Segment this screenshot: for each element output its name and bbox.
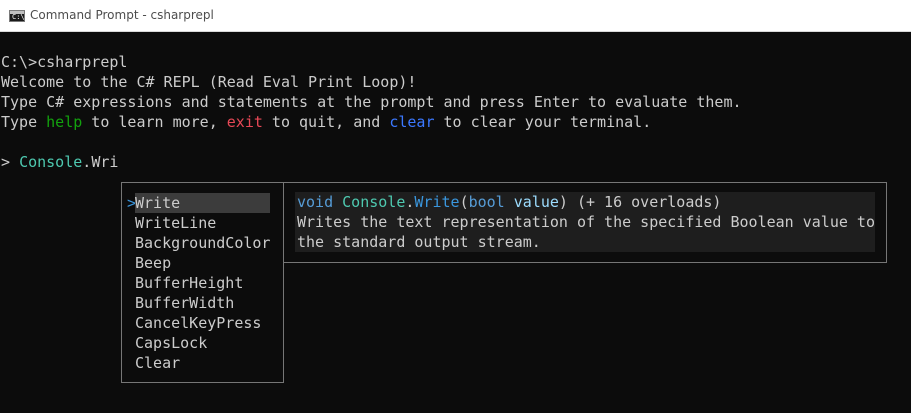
help-keyword: help xyxy=(46,113,83,131)
completion-item-bufferheight[interactable]: BufferHeight xyxy=(135,273,270,293)
completion-list[interactable]: > Write WriteLine BackgroundColor Beep B… xyxy=(121,182,284,383)
completion-item-cancelkeypress[interactable]: CancelKeyPress xyxy=(135,313,270,333)
clear-keyword: clear xyxy=(389,113,435,131)
prompt-type-name: Console xyxy=(19,153,83,171)
hints-line: Type help to learn more, exit to quit, a… xyxy=(1,112,651,132)
prompt-dot: . xyxy=(82,153,92,171)
welcome-line: Welcome to the C# REPL (Read Eval Print … xyxy=(1,72,416,92)
hints-text-1: Type xyxy=(1,113,47,131)
hints-text-4: to clear your terminal. xyxy=(434,113,652,131)
instructions-line: Type C# expressions and statements at th… xyxy=(1,92,742,112)
hints-text-3: to quit, and xyxy=(262,113,390,131)
signature-method: Write xyxy=(414,193,460,211)
instructions-text: Type C# expressions and statements at th… xyxy=(1,93,742,111)
console-output[interactable]: C:\>csharprepl Welcome to the C# REPL (R… xyxy=(0,32,911,413)
console-app-icon: C:\ xyxy=(9,10,25,22)
signature-open-paren: ( xyxy=(459,193,469,211)
completion-item-capslock[interactable]: CapsLock xyxy=(135,333,270,353)
completion-item-beep[interactable]: Beep xyxy=(135,253,270,273)
hints-text-2: to learn more, xyxy=(82,113,227,131)
signature-param-space xyxy=(505,193,514,211)
window-title: Command Prompt - csharprepl xyxy=(30,8,214,22)
completion-item-bufferwidth[interactable]: BufferWidth xyxy=(135,293,270,313)
signature-param-name: value xyxy=(513,193,559,211)
documentation-panel: void Console.Write(bool value) (+ 16 ove… xyxy=(283,182,887,263)
exit-keyword: exit xyxy=(226,113,263,131)
input-prompt-line[interactable]: > Console.Wri xyxy=(1,152,118,172)
command-line: C:\>csharprepl xyxy=(1,52,127,72)
completion-item-write[interactable]: Write xyxy=(135,193,270,213)
summary-line-1: Writes the text representation of the sp… xyxy=(297,213,875,231)
command-text: C:\>csharprepl xyxy=(1,53,128,71)
signature-return-keyword: void xyxy=(297,193,334,211)
icon-glyph: C:\ xyxy=(12,13,25,21)
signature-param-type: bool xyxy=(468,193,505,211)
documentation-content: void Console.Write(bool value) (+ 16 ove… xyxy=(295,192,875,252)
console-window: C:\ Command Prompt - csharprepl C:\>csha… xyxy=(0,0,911,413)
completion-item-backgroundcolor[interactable]: BackgroundColor xyxy=(135,233,270,253)
summary-line-2: the standard output stream. xyxy=(297,233,541,251)
title-bar[interactable]: C:\ Command Prompt - csharprepl xyxy=(0,0,911,32)
signature-type: Console xyxy=(342,193,406,211)
welcome-text: Welcome to the C# REPL (Read Eval Print … xyxy=(1,73,417,91)
completion-item-clear[interactable]: Clear xyxy=(135,353,270,373)
prompt-symbol: > xyxy=(1,153,20,171)
prompt-input-text[interactable]: Wri xyxy=(91,153,118,171)
completion-item-writeline[interactable]: WriteLine xyxy=(135,213,270,233)
signature-close-paren: ) xyxy=(558,193,568,211)
method-signature: void Console.Write(bool value) (+ 16 ove… xyxy=(297,192,721,212)
signature-overloads: (+ 16 overloads) xyxy=(567,193,722,211)
signature-space xyxy=(333,193,342,211)
